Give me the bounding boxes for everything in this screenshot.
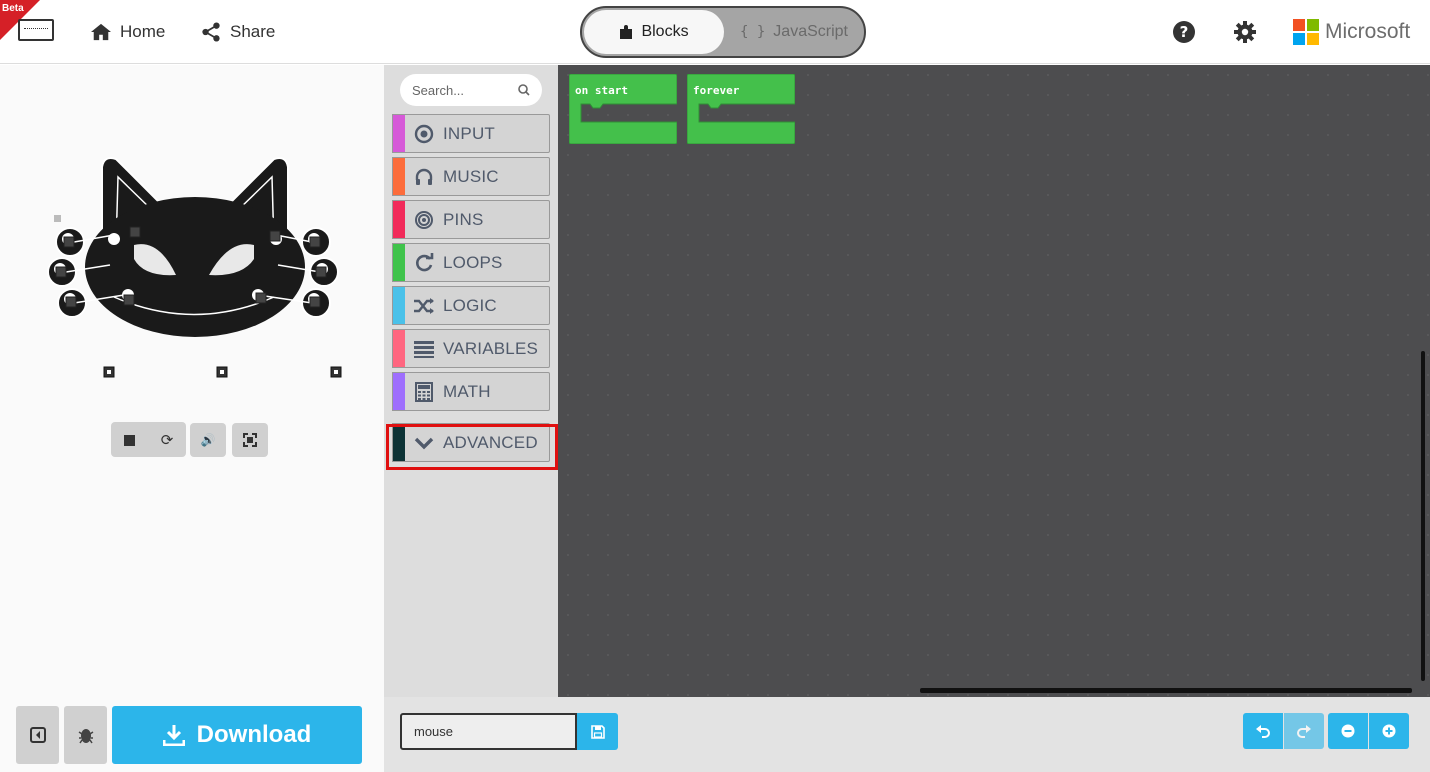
javascript-label: JavaScript — [773, 23, 848, 40]
loop-icon — [416, 252, 434, 271]
makecode-logo[interactable] — [18, 19, 54, 41]
download-button[interactable]: Download — [112, 706, 362, 764]
pins-icon — [415, 210, 433, 229]
download-icon — [162, 725, 185, 746]
puzzle-icon — [620, 25, 633, 39]
category-label: INPUT — [443, 123, 495, 143]
collapse-sim-button[interactable] — [16, 706, 59, 764]
category-music[interactable]: MUSIC — [392, 157, 550, 196]
workspace-vertical-scrollbar[interactable] — [1421, 351, 1425, 681]
category-color-stripe — [393, 158, 405, 195]
share-icon — [202, 22, 220, 42]
debug-button[interactable] — [64, 706, 107, 764]
lines-icon — [414, 340, 434, 358]
category-color-stripe — [393, 373, 405, 410]
mute-sim-button[interactable]: 🔊 — [190, 423, 226, 457]
category-label: LOOPS — [443, 252, 503, 272]
bug-icon — [78, 729, 93, 744]
blocks-workspace[interactable]: on start forever — [558, 65, 1430, 697]
share-button[interactable]: Share — [200, 20, 275, 44]
category-color-stripe — [393, 244, 405, 281]
restart-sim-button[interactable]: ⟳ — [149, 423, 185, 457]
search-placeholder: Search... — [412, 82, 465, 98]
stop-sim-button[interactable] — [111, 423, 147, 457]
advanced-highlight-box — [386, 424, 558, 470]
save-button[interactable] — [577, 713, 618, 750]
category-pins[interactable]: PINS — [392, 200, 550, 239]
simulator-panel: ⟳ 🔊 Download — [0, 65, 384, 772]
project-name-value: mouse — [414, 724, 454, 739]
category-color-stripe — [393, 287, 405, 324]
blocks-label: Blocks — [641, 23, 689, 40]
category-label: VARIABLES — [443, 338, 539, 358]
restart-icon: ⟳ — [160, 432, 174, 449]
fullscreen-sim-button[interactable] — [232, 423, 268, 457]
category-color-stripe — [393, 201, 405, 238]
zoom-out-button[interactable] — [1328, 713, 1368, 749]
microsoft-squares-icon — [1293, 19, 1319, 45]
cat-board-image[interactable] — [44, 147, 344, 467]
calculator-icon — [415, 381, 433, 402]
category-logic[interactable]: LOGIC — [392, 286, 550, 325]
category-color-stripe — [393, 115, 405, 152]
project-name-input[interactable]: mouse — [400, 713, 577, 750]
home-button[interactable]: Home — [90, 20, 165, 44]
home-icon — [91, 23, 111, 41]
save-icon — [590, 724, 605, 739]
javascript-tab[interactable]: { } JavaScript — [724, 10, 864, 54]
blocks-tab[interactable]: Blocks — [584, 10, 724, 54]
zoom-in-button[interactable] — [1369, 713, 1409, 749]
category-variables[interactable]: VARIABLES — [392, 329, 550, 368]
toolbox-search-input[interactable]: Search... — [400, 74, 542, 106]
block-label: on start — [575, 84, 628, 97]
undo-icon — [1256, 725, 1270, 738]
editor-toggle: Blocks { } JavaScript — [580, 6, 866, 58]
search-icon — [518, 84, 530, 96]
redo-button[interactable] — [1284, 713, 1324, 749]
forever-block[interactable]: forever — [687, 74, 795, 144]
share-label: Share — [230, 22, 276, 41]
help-icon[interactable]: ? — [1172, 20, 1196, 44]
fullscreen-icon — [243, 433, 257, 447]
editor-bottom-bar: mouse — [384, 697, 1430, 772]
category-label: PINS — [443, 209, 484, 229]
zoom-out-icon — [1341, 724, 1355, 738]
workspace-horizontal-scrollbar[interactable] — [920, 688, 1412, 693]
collapse-icon — [29, 727, 46, 743]
category-color-stripe — [393, 330, 405, 367]
category-label: LOGIC — [443, 295, 497, 315]
category-label: MATH — [443, 381, 491, 401]
undo-button[interactable] — [1243, 713, 1283, 749]
microsoft-logo[interactable]: Microsoft — [1293, 19, 1410, 45]
shuffle-icon — [414, 297, 434, 314]
svg-text:?: ? — [1180, 23, 1189, 41]
category-input[interactable]: INPUT — [392, 114, 550, 153]
target-icon — [414, 124, 434, 143]
stop-icon — [123, 434, 135, 446]
beta-label: Beta — [2, 3, 24, 14]
top-header: Beta Home Share Blocks { } JavaScript ? — [0, 0, 1430, 64]
home-label: Home — [120, 22, 166, 41]
braces-icon: { } — [740, 24, 766, 40]
on-start-block[interactable]: on start — [569, 74, 677, 144]
microsoft-label: Microsoft — [1325, 20, 1411, 43]
category-loops[interactable]: LOOPS — [392, 243, 550, 282]
speaker-icon: 🔊 — [200, 433, 216, 447]
toolbox: Search... INPUT MUSIC PINS LOOPS LOGIC V… — [384, 65, 558, 697]
zoom-in-icon — [1382, 724, 1396, 738]
category-label: MUSIC — [443, 166, 499, 186]
gear-icon[interactable] — [1233, 20, 1257, 44]
block-label: forever — [693, 84, 740, 97]
headphones-icon — [415, 168, 433, 185]
redo-icon — [1297, 725, 1311, 738]
category-math[interactable]: MATH — [392, 372, 550, 411]
download-label: Download — [196, 721, 312, 748]
